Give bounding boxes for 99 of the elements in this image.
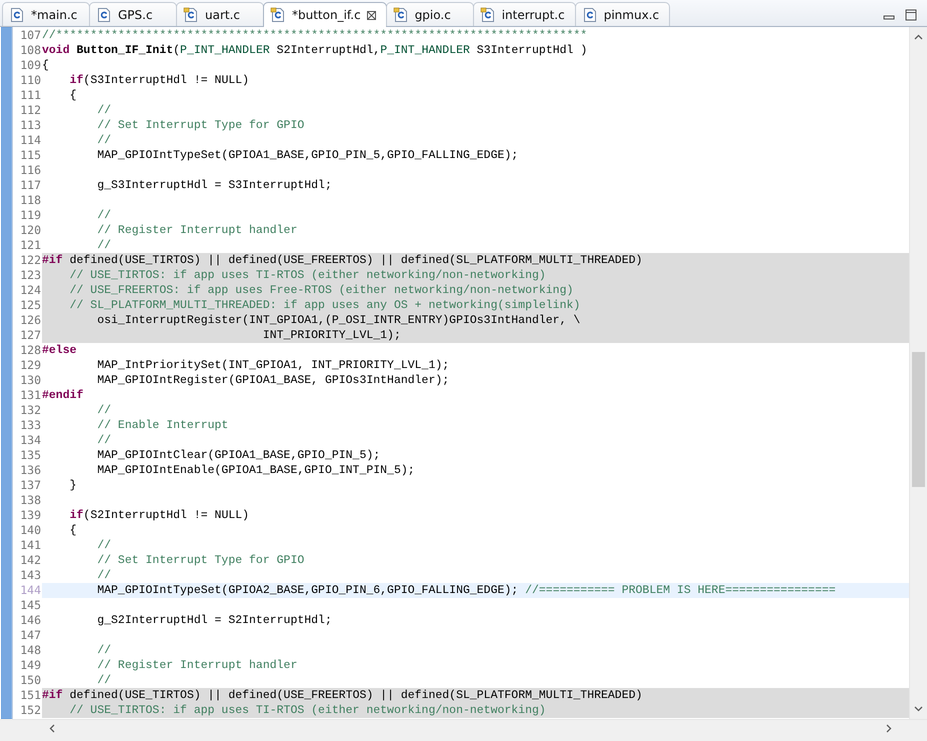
line-number: 130 bbox=[19, 373, 42, 388]
line-number: 116 bbox=[19, 163, 42, 178]
file-tab[interactable]: gpio.c bbox=[386, 2, 474, 26]
c-file-icon bbox=[392, 6, 409, 22]
line-number: 132 bbox=[19, 403, 42, 418]
line-number: 123 bbox=[19, 268, 42, 283]
code-line: // bbox=[96, 208, 112, 223]
maximize-icon[interactable] bbox=[905, 9, 917, 21]
line-number: 134 bbox=[19, 433, 42, 448]
code-line: // bbox=[96, 538, 112, 553]
line-number: 111 bbox=[19, 88, 42, 103]
code-line: #else bbox=[42, 343, 78, 358]
code-line: // Set Interrupt Type for GPIO bbox=[96, 553, 306, 568]
line-number: 127 bbox=[19, 328, 42, 343]
line-number: 119 bbox=[19, 208, 42, 223]
line-number: 140 bbox=[19, 523, 42, 538]
line-number: 148 bbox=[19, 643, 42, 658]
code-line: { bbox=[42, 58, 50, 73]
line-number: 142 bbox=[19, 553, 42, 568]
code-line: g_S2InterruptHdl = S2InterruptHdl; bbox=[96, 613, 333, 628]
code-line: { bbox=[68, 88, 78, 103]
line-number: 139 bbox=[19, 508, 42, 523]
line-number: 147 bbox=[19, 628, 42, 643]
scroll-right-icon[interactable] bbox=[884, 724, 893, 733]
line-number: 129 bbox=[19, 358, 42, 373]
code-line: // Enable Interrupt bbox=[96, 418, 230, 433]
scroll-up-icon[interactable] bbox=[914, 33, 923, 42]
code-line: // bbox=[96, 568, 112, 583]
code-line: // bbox=[96, 133, 112, 148]
line-number: 124 bbox=[19, 283, 42, 298]
c-file-icon bbox=[96, 6, 112, 22]
code-line: // bbox=[96, 643, 112, 658]
close-icon[interactable] bbox=[366, 10, 376, 20]
line-number: 110 bbox=[19, 73, 42, 88]
line-number: 114 bbox=[19, 133, 42, 148]
line-number: 117 bbox=[19, 178, 42, 193]
scrollbar-thumb[interactable] bbox=[912, 352, 925, 487]
code-line: // bbox=[96, 103, 112, 118]
line-number: 144 bbox=[19, 583, 42, 598]
code-line: { bbox=[68, 523, 78, 538]
code-line: MAP_GPIOIntRegister(GPIOA1_BASE, GPIOs3IntHandler); bbox=[96, 373, 450, 388]
code-line: if(S3InterruptHdl != NULL) bbox=[68, 73, 250, 88]
c-file-icon bbox=[270, 7, 286, 23]
c-file-icon bbox=[9, 6, 25, 22]
code-line: // Set Interrupt Type for GPIO bbox=[96, 118, 306, 133]
file-tab[interactable]: interrupt.c bbox=[472, 2, 576, 26]
line-number: 141 bbox=[19, 538, 42, 553]
line-number: 120 bbox=[19, 223, 42, 238]
code-line: MAP_IntPrioritySet(INT_GPIOA1, INT_PRIORITY_LVL_1); bbox=[96, 358, 450, 373]
code-line: //***************************************************************************** bbox=[42, 28, 588, 43]
line-number: 136 bbox=[19, 463, 42, 478]
line-number: 125 bbox=[19, 298, 42, 313]
line-number: 151 bbox=[19, 688, 42, 703]
code-line: // bbox=[96, 433, 112, 448]
line-number: 115 bbox=[19, 148, 42, 163]
line-number: 113 bbox=[19, 118, 42, 133]
line-number: 128 bbox=[19, 343, 42, 358]
line-number: 143 bbox=[19, 568, 42, 583]
line-number: 135 bbox=[19, 448, 42, 463]
file-tab[interactable]: *button_if.c bbox=[263, 2, 387, 27]
code-line: #endif bbox=[42, 388, 84, 403]
line-number: 150 bbox=[19, 673, 42, 688]
code-line: MAP_GPIOIntTypeSet(GPIOA1_BASE,GPIO_PIN_5,GPIO_FALLING_EDGE); bbox=[96, 148, 520, 163]
code-line: void Button_IF_Init(P_INT_HANDLER S2InterruptHdl,P_INT_HANDLER S3InterruptHdl ) bbox=[42, 43, 588, 58]
file-tab[interactable]: pinmux.c bbox=[574, 2, 670, 26]
line-number: 122 bbox=[19, 253, 42, 268]
code-line: } bbox=[68, 478, 78, 493]
file-tab[interactable]: GPS.c bbox=[89, 2, 177, 26]
line-number: 137 bbox=[19, 478, 42, 493]
line-number: 146 bbox=[19, 613, 42, 628]
code-line: // Register Interrupt handler bbox=[96, 658, 298, 673]
code-line: // Register Interrupt handler bbox=[96, 223, 298, 238]
code-line: g_S3InterruptHdl = S3InterruptHdl; bbox=[96, 178, 333, 193]
code-line: MAP_GPIOIntClear(GPIOA1_BASE,GPIO_PIN_5); bbox=[96, 448, 382, 463]
code-line: // bbox=[96, 673, 112, 688]
line-number: 109 bbox=[19, 58, 42, 73]
code-line: MAP_GPIOIntEnable(GPIOA1_BASE,GPIO_INT_PIN_5); bbox=[96, 463, 416, 478]
c-file-icon bbox=[582, 6, 598, 22]
line-number: 149 bbox=[19, 658, 42, 673]
line-number: 126 bbox=[19, 313, 42, 328]
scroll-down-icon[interactable] bbox=[914, 704, 923, 713]
line-number: 131 bbox=[19, 388, 42, 403]
code-line: // bbox=[96, 238, 112, 253]
line-number: 112 bbox=[19, 103, 42, 118]
line-number: 145 bbox=[19, 598, 42, 613]
line-number: 121 bbox=[19, 238, 42, 253]
line-number: 138 bbox=[19, 493, 42, 508]
scroll-left-icon[interactable] bbox=[48, 724, 57, 733]
line-number: 133 bbox=[19, 418, 42, 433]
file-tab[interactable]: *main.c bbox=[2, 2, 90, 26]
c-file-icon bbox=[183, 6, 199, 22]
line-number: 107 bbox=[19, 28, 42, 43]
line-number: 152 bbox=[19, 703, 42, 718]
file-tab[interactable]: uart.c bbox=[176, 2, 264, 26]
code-line: // bbox=[96, 403, 112, 418]
code-line: if(S2InterruptHdl != NULL) bbox=[68, 508, 250, 523]
line-number: 108 bbox=[19, 43, 42, 58]
c-file-icon bbox=[480, 6, 496, 22]
line-number: 118 bbox=[19, 193, 42, 208]
